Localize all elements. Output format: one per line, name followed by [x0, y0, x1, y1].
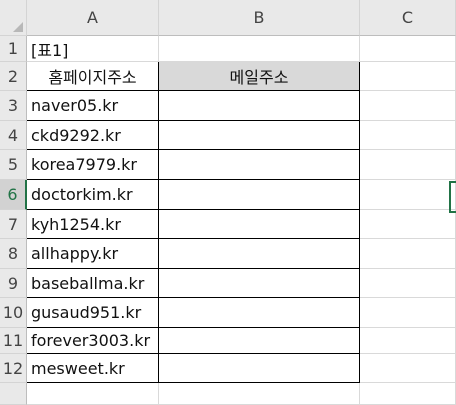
cell-c4[interactable] [360, 121, 456, 150]
cell-c1[interactable] [360, 36, 456, 62]
cell-c2[interactable] [360, 62, 456, 91]
cell-b13[interactable] [159, 383, 360, 405]
row-header-7[interactable]: 7 [0, 210, 27, 239]
cell-b1[interactable] [159, 36, 360, 62]
cell-a3[interactable]: naver05.kr [27, 91, 159, 121]
cell-c8[interactable] [360, 239, 456, 269]
cell-a12[interactable]: mesweet.kr [27, 354, 159, 383]
row-header-8[interactable]: 8 [0, 239, 27, 269]
cell-c10[interactable] [360, 298, 456, 328]
cell-c6[interactable] [360, 180, 456, 210]
cell-a2[interactable]: 홈페이지주소 [27, 62, 159, 91]
cell-b2[interactable]: 메일주소 [159, 62, 360, 91]
row-header-11[interactable]: 11 [0, 328, 27, 354]
cell-a10[interactable]: gusaud951.kr [27, 298, 159, 328]
cell-b12[interactable] [159, 354, 360, 383]
row-header-10[interactable]: 10 [0, 298, 27, 328]
cell-a1[interactable]: [표1] [27, 36, 159, 62]
cell-b6[interactable] [159, 180, 360, 210]
column-header-a[interactable]: A [27, 0, 159, 36]
cell-c9[interactable] [360, 269, 456, 298]
cell-a5[interactable]: korea7979.kr [27, 150, 159, 180]
cell-c11[interactable] [360, 328, 456, 354]
cell-c7[interactable] [360, 210, 456, 239]
spreadsheet-grid[interactable]: A B C 1 2 3 4 5 6 7 8 9 10 11 12 [표1] 홈페… [0, 0, 456, 405]
cell-c13[interactable] [360, 383, 456, 405]
cell-a4[interactable]: ckd9292.kr [27, 121, 159, 150]
row-header-4[interactable]: 4 [0, 121, 27, 150]
row-header-5[interactable]: 5 [0, 150, 27, 180]
cell-b3[interactable] [159, 91, 360, 121]
row-header-3[interactable]: 3 [0, 91, 27, 121]
cell-b7[interactable] [159, 210, 360, 239]
cell-a8[interactable]: allhappy.kr [27, 239, 159, 269]
cell-a13[interactable] [27, 383, 159, 405]
column-header-c[interactable]: C [360, 0, 456, 36]
cell-b10[interactable] [159, 298, 360, 328]
row-header-12[interactable]: 12 [0, 354, 27, 383]
row-header-1[interactable]: 1 [0, 36, 27, 62]
cell-a7[interactable]: kyh1254.kr [27, 210, 159, 239]
cell-a9[interactable]: baseballma.kr [27, 269, 159, 298]
cell-b8[interactable] [159, 239, 360, 269]
row-header-9[interactable]: 9 [0, 269, 27, 298]
cell-b5[interactable] [159, 150, 360, 180]
column-header-b[interactable]: B [159, 0, 360, 36]
row-header-2[interactable]: 2 [0, 62, 27, 91]
cell-c5[interactable] [360, 150, 456, 180]
row-header-13[interactable] [0, 383, 27, 405]
select-all-corner[interactable] [0, 0, 27, 36]
cell-c3[interactable] [360, 91, 456, 121]
row-header-6[interactable]: 6 [0, 180, 27, 210]
cell-c12[interactable] [360, 354, 456, 383]
cell-a11[interactable]: forever3003.kr [27, 328, 159, 354]
cell-a6[interactable]: doctorkim.kr [27, 180, 159, 210]
cell-b11[interactable] [159, 328, 360, 354]
cell-b9[interactable] [159, 269, 360, 298]
cell-b4[interactable] [159, 121, 360, 150]
active-cell-selection[interactable] [449, 181, 456, 213]
select-all-icon [13, 22, 23, 32]
